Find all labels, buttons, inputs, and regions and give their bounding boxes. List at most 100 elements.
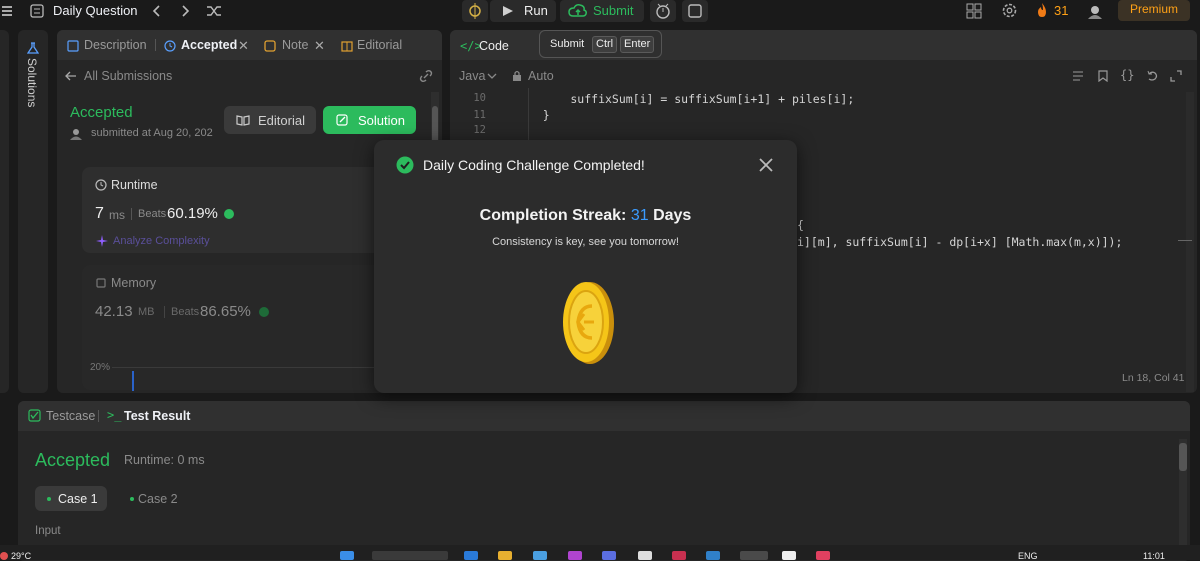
notes-icon[interactable] <box>682 0 708 22</box>
case-pass-dot <box>130 497 134 501</box>
result-scrollbar[interactable] <box>1179 439 1187 559</box>
back-arrow-icon[interactable] <box>65 70 77 82</box>
start-icon[interactable] <box>340 551 354 560</box>
weather-icon[interactable] <box>0 552 8 560</box>
tab-testcase[interactable]: Testcase <box>46 409 95 423</box>
bookmark-icon[interactable] <box>1097 70 1109 82</box>
app-icon[interactable] <box>782 551 796 560</box>
input-label: Input <box>35 525 61 537</box>
result-scrollbar-thumb[interactable] <box>1179 443 1187 471</box>
line-number: 11 <box>473 109 486 121</box>
app-icon[interactable] <box>568 551 582 560</box>
settings-gear-icon[interactable] <box>1001 2 1018 19</box>
code-line[interactable]: suffixSum[i] = suffixSum[i+1] + piles[i]… <box>515 92 854 106</box>
code-line-fragment[interactable]: i][m], suffixSum[i] - dp[i+x] [Math.max(… <box>797 235 1122 249</box>
test-panel-tabs <box>18 401 1190 431</box>
flask-icon <box>27 42 39 54</box>
expand-icon[interactable] <box>1170 70 1182 82</box>
all-submissions-link[interactable]: All Submissions <box>84 69 172 83</box>
gold-coin-icon <box>558 278 618 368</box>
tab-note[interactable]: Note <box>282 38 308 52</box>
submit-shortcut-tooltip: Submit Ctrl Enter <box>539 30 662 58</box>
solution-button[interactable]: Solution <box>323 106 416 134</box>
braces-icon[interactable]: {} <box>1120 68 1134 82</box>
problem-list-title[interactable]: Daily Question <box>53 3 138 18</box>
tab-editorial[interactable]: Editorial <box>357 38 402 52</box>
run-button[interactable]: Run <box>490 0 556 22</box>
test-result-panel: Testcase >_ Test Result Accepted Runtime… <box>18 401 1190 561</box>
modal-message: Consistency is key, see you tomorrow! <box>492 236 679 248</box>
kbd-ctrl: Ctrl <box>592 36 618 53</box>
tab-accepted[interactable]: Accepted <box>181 38 237 52</box>
autocomplete-mode[interactable]: Auto <box>528 69 554 83</box>
submit-button[interactable]: Submit <box>560 0 644 22</box>
language-select[interactable]: Java <box>459 69 485 83</box>
chevron-down-icon[interactable] <box>487 72 497 80</box>
challenge-completed-modal: Daily Coding Challenge Completed! Comple… <box>374 140 797 393</box>
runtime-beats-label: Beats <box>138 208 167 220</box>
case-2-tab[interactable]: Case 2 <box>118 486 190 511</box>
chrome-icon[interactable] <box>740 551 768 560</box>
menu-icon[interactable] <box>2 5 12 17</box>
folder-icon[interactable] <box>498 551 512 560</box>
app-icon[interactable] <box>602 551 616 560</box>
code-tab-title[interactable]: Code <box>479 39 509 53</box>
streak-counter[interactable]: 31 <box>1054 3 1068 18</box>
app-icon[interactable] <box>464 551 478 560</box>
next-problem-icon[interactable] <box>181 4 191 18</box>
play-icon <box>503 6 513 16</box>
case-1-tab[interactable]: Case 1 <box>35 486 107 511</box>
code-line[interactable]: } <box>515 108 550 122</box>
close-tab-icon[interactable]: ✕ <box>238 38 249 54</box>
sidebar-solutions-label: Solutions <box>25 58 39 108</box>
check-square-icon <box>28 409 41 422</box>
close-note-icon[interactable]: ✕ <box>314 38 325 54</box>
code-line-fragment[interactable]: { <box>797 218 804 232</box>
app-icon[interactable] <box>816 551 830 560</box>
analyze-complexity-link[interactable]: Analyze Complexity <box>113 235 210 247</box>
app-icon[interactable] <box>533 551 547 560</box>
windows-taskbar: 29°C ENG 11:01 <box>0 545 1200 561</box>
editorial-button-label: Editorial <box>258 113 305 128</box>
runtime-card[interactable]: Runtime 7 ms Beats 60.19% Analyze Comple… <box>82 167 422 253</box>
tab-test-result[interactable]: Test Result <box>124 409 190 423</box>
streak-fire-icon[interactable] <box>1036 2 1048 18</box>
share-link-icon[interactable] <box>418 69 434 83</box>
case-2-label: Case 2 <box>138 492 178 506</box>
close-icon[interactable] <box>758 157 774 173</box>
case-pass-dot <box>47 497 51 501</box>
tab-divider <box>155 39 156 51</box>
app-icon[interactable] <box>638 551 652 560</box>
runtime-beats-value: 60.19% <box>167 205 218 222</box>
line-number: 12 <box>473 124 486 136</box>
top-bar: Daily Question Run Submit 31 Premium <box>0 0 1200 22</box>
app-icon[interactable] <box>706 551 720 560</box>
memory-chip-icon <box>96 278 106 288</box>
format-icon[interactable] <box>1072 70 1084 82</box>
prev-problem-icon[interactable] <box>151 4 161 18</box>
book-open-icon <box>236 115 250 126</box>
reset-icon[interactable] <box>1146 70 1158 82</box>
premium-button[interactable]: Premium <box>1118 0 1190 21</box>
search-bar[interactable] <box>372 551 448 560</box>
submitted-at: submitted at Aug 20, 202 <box>91 127 213 139</box>
left-edge-strip <box>0 30 9 393</box>
memory-card[interactable]: Memory 42.13 MB Beats 86.65% 20% <box>82 265 422 391</box>
avatar[interactable] <box>1086 2 1104 20</box>
layout-icon[interactable] <box>966 3 982 19</box>
debug-icon[interactable] <box>462 0 488 22</box>
sparkle-icon <box>96 235 108 247</box>
code-scrollbar[interactable] <box>1186 92 1194 392</box>
editorial-button[interactable]: Editorial <box>224 106 316 134</box>
app-icon[interactable] <box>672 551 686 560</box>
timer-icon[interactable] <box>650 0 676 22</box>
submission-status: Accepted <box>70 104 133 121</box>
tab-divider <box>98 410 99 422</box>
tab-description[interactable]: Description <box>84 38 147 52</box>
problem-list-icon[interactable] <box>30 4 44 18</box>
terminal-icon: >_ <box>107 408 122 422</box>
sidebar-solutions[interactable]: Solutions <box>18 30 48 393</box>
history-icon <box>164 40 176 52</box>
shuffle-icon[interactable] <box>206 4 222 18</box>
runtime-unit: ms <box>109 208 125 222</box>
